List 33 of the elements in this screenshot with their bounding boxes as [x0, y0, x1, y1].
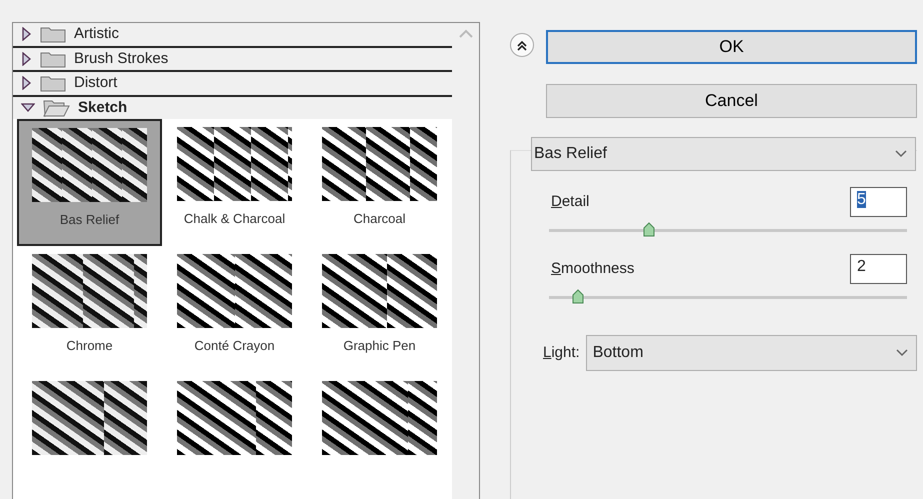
filter-dropdown[interactable]: Bas Relief	[531, 137, 916, 171]
folder-icon	[40, 25, 66, 44]
collapsed-triangle-icon	[21, 76, 32, 90]
category-row[interactable]: Brush Strokes	[13, 48, 452, 72]
filter-thumbnail[interactable]: Conté Crayon	[162, 246, 307, 373]
light-dropdown[interactable]: Bottom	[586, 335, 917, 371]
filter-thumbnail[interactable]: Graphic Pen	[307, 246, 452, 373]
collapsed-triangle-icon	[21, 27, 32, 42]
open-folder-icon	[43, 98, 70, 118]
slider-label: Detail	[551, 192, 590, 212]
dialog-button[interactable]: Cancel	[546, 84, 917, 118]
category-row[interactable]: Sketch	[13, 96, 452, 119]
slider-label: Smoothness	[551, 258, 634, 279]
expanded-triangle-icon	[21, 102, 35, 114]
folder-icon	[40, 74, 66, 92]
filter-thumbnail[interactable]: Charcoal	[307, 119, 452, 246]
category-row[interactable]: Distort	[13, 72, 452, 96]
number-field[interactable]: 2	[850, 254, 907, 284]
dialog-button[interactable]: OK	[546, 30, 917, 64]
folder-icon	[40, 50, 66, 68]
number-field[interactable]: 5	[850, 187, 907, 217]
slider-thumb[interactable]	[643, 222, 656, 237]
collapsed-triangle-icon	[21, 52, 32, 66]
light-label: Light:	[543, 342, 580, 363]
filter-thumbnail[interactable]: Chrome	[17, 246, 162, 373]
chevron-down-icon	[896, 349, 908, 357]
category-row[interactable]: Artistic	[13, 23, 452, 48]
double-chevron-icon	[517, 40, 527, 50]
filter-thumbnail[interactable]: Bas Relief	[17, 119, 162, 246]
filter-thumbnail[interactable]: Chalk & Charcoal	[162, 119, 307, 246]
collapse-button[interactable]	[510, 33, 534, 57]
slider-thumb[interactable]	[572, 289, 584, 304]
chevron-down-icon	[895, 150, 907, 158]
